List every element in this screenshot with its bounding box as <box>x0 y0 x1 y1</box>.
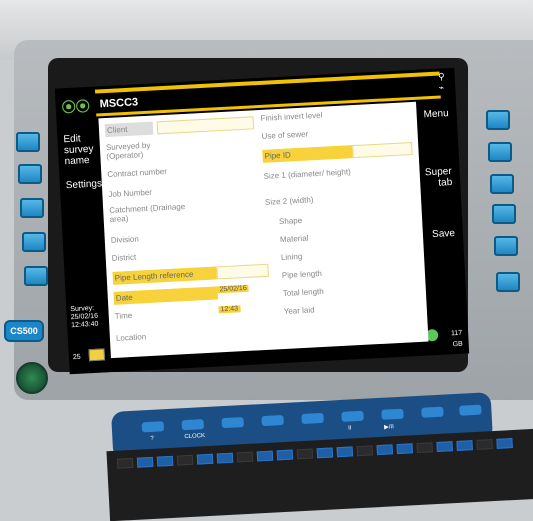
field-lining-label[interactable]: Lining <box>281 252 303 262</box>
field-location-label[interactable]: Location <box>116 332 147 343</box>
device-badge: CS500 <box>4 320 44 342</box>
help-label: ? <box>150 435 154 442</box>
side-button-right-4[interactable] <box>492 204 516 224</box>
keyboard-key[interactable] <box>496 438 513 449</box>
field-date-value[interactable]: 25/02/16 <box>217 284 249 294</box>
function-button-3[interactable] <box>221 417 244 429</box>
field-size1-label[interactable]: Size 1 (diameter/ height) <box>263 167 353 181</box>
field-use-of-sewer-label[interactable]: Use of sewer <box>261 129 308 140</box>
field-client-label[interactable]: Client <box>104 121 154 138</box>
keyboard-key[interactable] <box>236 451 254 463</box>
keyboard-key[interactable] <box>396 443 413 455</box>
keyboard-key[interactable] <box>476 439 493 450</box>
right-menu-save[interactable]: Save <box>432 228 455 240</box>
keyboard-key[interactable] <box>256 450 274 462</box>
field-time-label[interactable]: Time <box>115 311 133 321</box>
field-date-label[interactable]: Date <box>113 286 219 305</box>
survey-time: 12:43:40 <box>71 320 99 330</box>
field-district-label[interactable]: District <box>112 253 137 263</box>
function-button-5[interactable] <box>301 412 324 425</box>
function-button-4[interactable] <box>261 414 284 427</box>
side-button-right-2[interactable] <box>488 142 512 162</box>
keyboard-key[interactable] <box>456 440 473 451</box>
left-menu-settings[interactable]: Settings <box>66 178 103 191</box>
play-pause-button[interactable] <box>381 408 404 420</box>
stop-button[interactable] <box>421 406 444 418</box>
pause-label: II <box>348 425 352 432</box>
record-button[interactable] <box>459 404 482 416</box>
field-shape-label[interactable]: Shape <box>279 216 303 226</box>
field-size2-label[interactable]: Size 2 (width) <box>265 195 314 207</box>
field-division-label[interactable]: Division <box>111 234 139 244</box>
field-pipe-length-ref-label[interactable]: Pipe Length reference <box>112 266 217 285</box>
field-material-label[interactable]: Material <box>280 234 309 244</box>
field-surveyed-by-label[interactable]: Surveyed by (Operator) <box>106 139 177 161</box>
keyboard-key[interactable] <box>136 456 154 468</box>
survey-info: Survey: 25/02/16 12:43:40 <box>70 305 98 330</box>
field-catchment-label[interactable]: Catchment (Drainage area) <box>109 201 200 224</box>
keyboard-key[interactable] <box>276 449 294 461</box>
right-menu-menu[interactable]: Menu <box>423 108 449 120</box>
keyboard-key[interactable] <box>416 442 433 454</box>
keyboard-key[interactable] <box>176 454 194 466</box>
field-total-length-label[interactable]: Total length <box>283 287 324 298</box>
side-button-left-5[interactable] <box>24 266 48 286</box>
folder-icon[interactable] <box>88 348 106 362</box>
app-logo: ⦿⦿ <box>61 97 91 116</box>
keyboard-key[interactable] <box>356 445 374 457</box>
right-menu-super-tab[interactable]: Super tab <box>417 166 453 190</box>
side-button-left-4[interactable] <box>22 232 46 252</box>
keyboard-key[interactable] <box>436 441 453 453</box>
help-button[interactable] <box>141 421 165 433</box>
field-finish-invert-level-label[interactable]: Finish invert level <box>260 111 322 123</box>
clock-button[interactable] <box>181 419 205 431</box>
keyboard-key[interactable] <box>336 446 354 458</box>
keyboard-key[interactable] <box>296 448 314 460</box>
field-pipe-length-ref-input[interactable] <box>216 263 269 280</box>
left-menu-edit-survey-name[interactable]: Edit survey name <box>63 133 99 167</box>
keyboard-key[interactable] <box>116 457 134 469</box>
bottom-left-counter: 25 <box>72 353 81 362</box>
field-pipe-length-label[interactable]: Pipe length <box>282 269 322 280</box>
storage-indicator: 117 GB <box>450 329 463 349</box>
side-button-right-1[interactable] <box>486 110 510 130</box>
field-time-value[interactable]: 12:43 <box>218 305 241 314</box>
keyboard-key[interactable] <box>316 447 334 459</box>
field-job-number-label[interactable]: Job Number <box>108 188 152 199</box>
survey-form: Client Surveyed by (Operator) Contract n… <box>98 101 429 359</box>
display-screen: ⦿⦿ MSCC3 ⚲ ⌁ Edit survey name Settings Me… <box>54 67 470 375</box>
joystick-control[interactable] <box>16 362 48 394</box>
side-button-left-3[interactable] <box>20 198 44 218</box>
keyboard-key[interactable] <box>376 444 394 456</box>
app-title: MSCC3 <box>99 96 139 111</box>
side-button-left-1[interactable] <box>16 132 40 152</box>
field-pipe-id-label[interactable]: Pipe ID <box>262 145 353 163</box>
side-button-left-2[interactable] <box>18 164 42 184</box>
field-year-laid-label[interactable]: Year laid <box>284 305 315 316</box>
side-button-right-5[interactable] <box>494 236 518 256</box>
field-client-input[interactable] <box>156 116 255 135</box>
keyboard-key[interactable] <box>216 452 234 464</box>
pause-button[interactable] <box>341 410 364 422</box>
back-arrow-button[interactable] <box>496 272 520 292</box>
play-pause-label: ▶/II <box>384 424 394 431</box>
clock-label: CLOCK <box>184 433 206 441</box>
keyboard-key[interactable] <box>196 453 214 465</box>
side-button-right-3[interactable] <box>490 174 514 194</box>
field-contract-number-label[interactable]: Contract number <box>107 167 167 179</box>
keyboard-key[interactable] <box>156 455 174 467</box>
status-icons: ⚲ ⌁ <box>437 71 445 93</box>
field-pipe-id-input[interactable] <box>352 142 413 159</box>
